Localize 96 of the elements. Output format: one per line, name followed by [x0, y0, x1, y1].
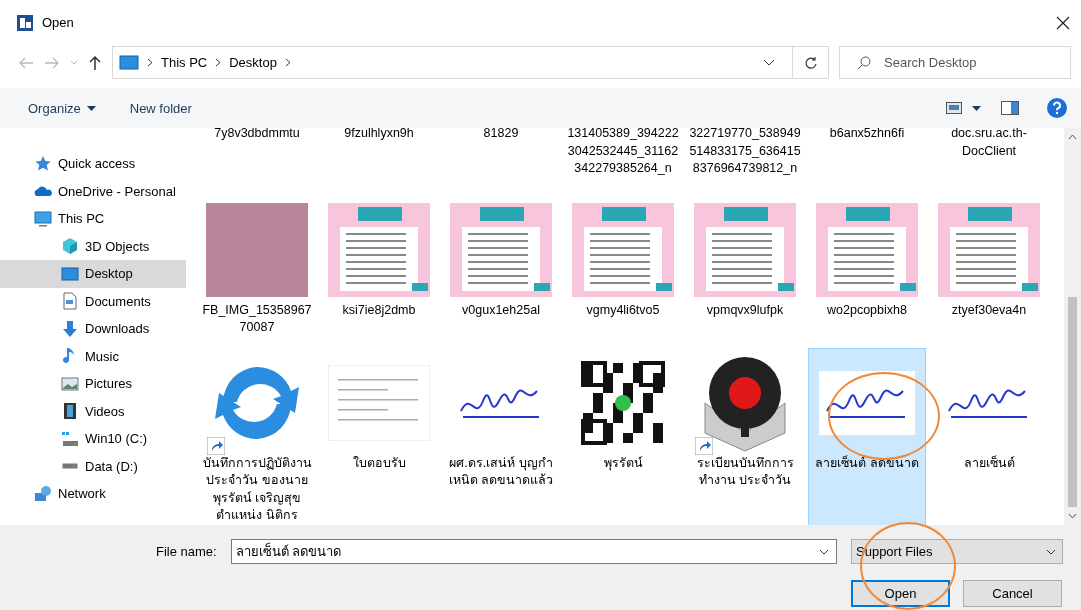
file-item[interactable]: บันทึกการปฏิบัติงานประจำวัน ของนายพุรรัตน์ เจริญสุข ตำแหน่ง นิติกร [198, 347, 316, 525]
computer-icon [34, 209, 52, 228]
nav-item[interactable]: Network [0, 480, 186, 508]
desktop-icon [61, 264, 79, 283]
preview-pane-button[interactable] [1001, 101, 1019, 115]
file-item[interactable]: ksi7ie8j2dmb [320, 194, 438, 342]
file-name: doc.sru.ac.th-DocClient [950, 128, 1028, 160]
file-item[interactable]: 322719770_538949514833175_6364158376964739812_n [686, 128, 804, 183]
nav-item[interactable]: Videos [0, 397, 186, 425]
file-name: FB_IMG_1535896770087 [201, 301, 313, 336]
file-name: ลายเซ็นต์ ลดขนาด [814, 454, 920, 472]
document-icon [61, 292, 79, 311]
network-icon [34, 484, 52, 503]
file-item[interactable]: vpmqvx9lufpk [686, 194, 804, 342]
close-button[interactable] [1055, 14, 1071, 31]
file-item[interactable]: b6anx5zhn6fi [808, 128, 926, 183]
file-name-label: File name: [156, 544, 217, 559]
file-name: 9fzulhlyxn9h [343, 128, 415, 142]
download-icon [61, 319, 79, 338]
file-name: wo2pcopbixh8 [826, 301, 908, 319]
drive-icon [61, 429, 79, 448]
nav-item[interactable]: Music [0, 342, 186, 370]
dropdown-chevron-icon [819, 548, 829, 555]
organize-menu-button[interactable]: Organize [28, 100, 96, 116]
caret-icon [86, 105, 96, 111]
file-name: ksi7ie8j2dmb [341, 301, 417, 319]
file-name: ผศ.ดร.เสน่ห์ บุญกำเหนิด ลดขนาดแล้ว [447, 454, 555, 489]
file-item[interactable]: ระเบียนบันทึกการทำงาน ประจำวัน [686, 347, 804, 525]
breadcrumb[interactable]: This PC [161, 55, 208, 70]
file-name: ใบตอบรับ [351, 454, 407, 472]
nav-item[interactable]: This PC [0, 205, 186, 233]
dropdown-chevron-icon [1046, 548, 1056, 555]
file-name: ztyef30eva4n [950, 301, 1028, 319]
breadcrumb[interactable]: Desktop [229, 55, 277, 70]
search-field[interactable]: Search Desktop [839, 46, 1071, 79]
caret-icon [972, 105, 981, 111]
file-name-field[interactable]: ลายเซ็นต์ ลดขนาด [230, 539, 837, 564]
up-button[interactable] [88, 54, 102, 71]
nav-item[interactable]: OneDrive - Personal [0, 177, 186, 205]
scroll-down-icon[interactable] [1068, 513, 1077, 519]
app-icon [16, 13, 34, 32]
file-name: 131405389_3942223042532445_31162342279385264_n [567, 128, 679, 177]
nav-item[interactable]: Downloads [0, 315, 186, 343]
file-name: vpmqvx9lufpk [705, 301, 785, 319]
file-item[interactable]: ผศ.ดร.เสน่ห์ บุญกำเหนิด ลดขนาดแล้ว [442, 347, 560, 525]
file-item[interactable]: 81829 [442, 128, 560, 183]
nav-item[interactable]: Quick access [0, 150, 186, 178]
nav-item[interactable]: Desktop [0, 260, 186, 288]
file-item[interactable]: 131405389_3942223042532445_31162342279385264_n [564, 128, 682, 183]
file-item[interactable]: doc.sru.ac.th-DocClient [930, 128, 1048, 183]
file-item[interactable]: vgmy4li6tvo5 [564, 194, 682, 342]
file-item[interactable]: ลายเซ็นต์ ลดขนาด [808, 347, 926, 525]
file-item[interactable]: v0gux1eh25al [442, 194, 560, 342]
file-item[interactable]: 9fzulhlyxn9h [320, 128, 438, 183]
new-folder-button[interactable]: New folder [129, 100, 192, 116]
chevron-right-icon [284, 58, 291, 67]
file-name: ลายเซ็นต์ [962, 454, 1016, 472]
window-title: Open [42, 15, 75, 30]
scrollbar-thumb[interactable] [1068, 296, 1077, 507]
nav-item[interactable]: Data (D:) [0, 452, 186, 480]
star-icon [34, 154, 52, 173]
file-item[interactable]: ใบตอบรับ [320, 347, 438, 525]
file-item[interactable]: พุรรัตน์ [564, 347, 682, 525]
open-button[interactable]: Open [851, 580, 950, 607]
picture-icon [61, 374, 79, 393]
file-name: บันทึกการปฏิบัติงานประจำวัน ของนายพุรรัตน์ เจริญสุข ตำแหน่ง นิติกร [201, 454, 313, 524]
address-bar[interactable]: This PC Desktop [112, 46, 829, 79]
nav-item[interactable]: Win10 (C:) [0, 425, 186, 453]
file-name: vgmy4li6tvo5 [585, 301, 661, 319]
nav-item[interactable]: Documents [0, 287, 186, 315]
file-item[interactable]: ztyef30eva4n [930, 194, 1048, 342]
cancel-button[interactable]: Cancel [963, 580, 1062, 607]
file-name: ระเบียนบันทึกการทำงาน ประจำวัน [695, 454, 795, 489]
scroll-up-icon[interactable] [1068, 134, 1077, 140]
refresh-icon [803, 55, 818, 70]
film-icon [61, 402, 79, 421]
help-button[interactable] [1047, 98, 1067, 118]
file-item[interactable]: ลายเซ็นต์ [930, 347, 1048, 525]
nav-item[interactable]: Pictures [0, 370, 186, 398]
file-item[interactable]: 7y8v3dbdmmtu [198, 128, 316, 183]
file-name: พุรรัตน์ [602, 454, 644, 472]
file-item[interactable]: wo2pcopbixh8 [808, 194, 926, 342]
file-name: v0gux1eh25al [461, 301, 541, 319]
file-name: 7y8v3dbdmmtu [213, 128, 301, 142]
file-name: 81829 [482, 128, 520, 142]
file-name: 322719770_538949514833175_6364158376964739812_n [689, 128, 801, 177]
cube-icon [61, 237, 79, 256]
drive-icon [62, 463, 78, 470]
file-name: b6anx5zhn6fi [828, 128, 906, 142]
chevron-right-icon [147, 58, 153, 67]
chevron-down-icon [763, 59, 775, 66]
desktop-icon [119, 54, 139, 71]
view-options-button[interactable] [946, 102, 981, 114]
chevron-right-icon [215, 58, 222, 67]
nav-item[interactable]: 3D Objects [0, 232, 186, 260]
file-item[interactable]: FB_IMG_1535896770087 [198, 194, 316, 342]
